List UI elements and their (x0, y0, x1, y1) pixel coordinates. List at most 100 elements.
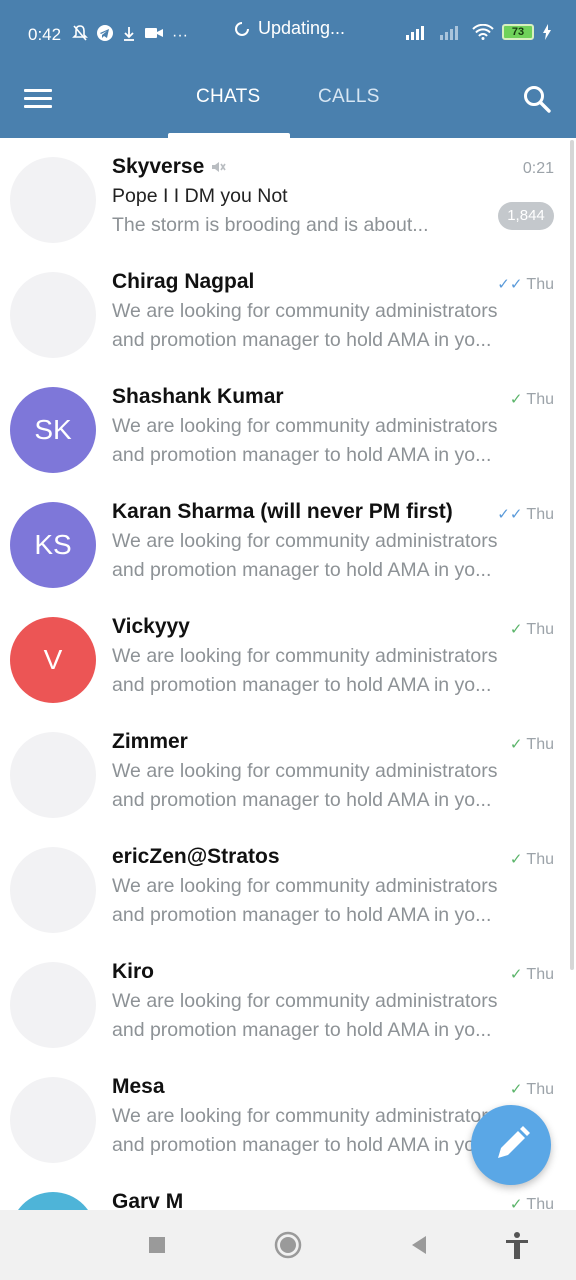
chat-name-text: Skyverse (112, 155, 205, 178)
pencil-icon (498, 1126, 530, 1158)
back-icon (412, 1236, 426, 1254)
more-icon: ··· (172, 27, 188, 44)
tab-chats[interactable]: CHATS (196, 86, 260, 108)
new-message-button[interactable] (471, 1105, 551, 1185)
home-icon (274, 1231, 302, 1259)
mute-icon (72, 24, 88, 48)
chat-row[interactable]: Zimmer ✓ Thu We are looking for community a… (0, 713, 576, 828)
updating-text: Updating... (258, 18, 346, 38)
chat-time: ✓ Thu (510, 1080, 554, 1099)
chat-preview-line-1: Pope I I DM you Not (112, 185, 288, 207)
chat-name-text: Shashank Kumar (112, 385, 284, 408)
chat-time: ✓ Thu (510, 850, 554, 869)
signal-icon (406, 26, 424, 40)
telegram-icon (96, 24, 114, 48)
chat-preview-line-1: We are looking for community administrat… (112, 300, 498, 322)
home-button[interactable] (273, 1230, 303, 1260)
chat-time-text: Thu (526, 1081, 554, 1098)
chat-preview-line-2: and promotion manager to hold AMA in yo.… (112, 789, 492, 811)
chat-name: Vickyyy (112, 615, 190, 639)
chat-name: Garv M (112, 1190, 183, 1210)
scrollbar[interactable] (570, 140, 574, 970)
chat-preview-line-1: We are looking for community administrat… (112, 530, 498, 552)
wifi-icon (472, 24, 494, 40)
chat-preview-line-1: We are looking for community administrat… (112, 645, 498, 667)
chat-name: Kiro (112, 960, 154, 984)
signal-2-icon (440, 26, 458, 40)
search-icon (524, 86, 551, 113)
chat-list[interactable]: Skyverse 0:21 Pope I I DM you Not The storm… (0, 138, 576, 1210)
check-icon: ✓ (509, 966, 523, 983)
avatar: SK (10, 387, 96, 473)
check-icon: ✓ (509, 1196, 523, 1210)
chat-name-text: Karan Sharma (will never PM first) (112, 500, 453, 523)
chat-preview-line-1: We are looking for community administrat… (112, 875, 498, 897)
chat-name: Chirag Nagpal (112, 270, 254, 294)
chat-time-text: Thu (526, 736, 554, 753)
chat-name: ericZen@Stratos (112, 845, 280, 869)
chat-name-text: Chirag Nagpal (112, 270, 255, 293)
chat-name-text: Mesa (112, 1075, 165, 1098)
chat-preview-line-2: and promotion manager to hold AMA in yo.… (112, 904, 492, 926)
search-button[interactable] (520, 82, 554, 116)
accessibility-button[interactable] (502, 1230, 532, 1260)
chat-name-text: Vickyyy (112, 615, 190, 638)
chat-preview-line-1: We are looking for community administrat… (112, 990, 498, 1012)
avatar: KS (10, 502, 96, 588)
avatar (10, 157, 96, 243)
avatar (10, 1192, 96, 1210)
chat-row[interactable]: SK Shashank Kumar ✓ Thu We are looking for c… (0, 368, 576, 483)
chat-time-text: Thu (526, 1196, 554, 1210)
chat-name: Mesa (112, 1075, 165, 1099)
chat-preview-line-2: The storm is brooding and is about... (112, 214, 429, 236)
chat-preview-line-2: and promotion manager to hold AMA in yo.… (112, 329, 492, 351)
chat-row[interactable]: Kiro ✓ Thu We are looking for community adm… (0, 943, 576, 1058)
chat-preview-line-1: We are looking for community administrat… (112, 415, 498, 437)
chat-time-text: Thu (526, 506, 554, 523)
chat-name-text: Garv M (112, 1190, 184, 1210)
chat-row[interactable]: V Vickyyy ✓ Thu We are looking for community… (0, 598, 576, 713)
chat-preview-line-1: We are looking for community administrat… (112, 760, 498, 782)
back-button[interactable] (404, 1230, 434, 1260)
menu-button[interactable] (24, 84, 56, 116)
chat-row[interactable]: Skyverse 0:21 Pope I I DM you Not The storm… (0, 138, 576, 253)
charging-icon (543, 24, 551, 40)
chat-row[interactable]: ericZen@Stratos ✓ Thu We are looking for co… (0, 828, 576, 943)
chat-preview-line-2: and promotion manager to hold AMA in yo.… (112, 444, 492, 466)
avatar (10, 272, 96, 358)
chat-time: ✓ Thu (510, 735, 554, 754)
unread-badge: 1,844 (498, 202, 554, 230)
chat-name: Zimmer (112, 730, 188, 754)
chat-time: ✓ Thu (510, 620, 554, 639)
chat-name-text: Kiro (112, 960, 154, 983)
status-time: 0:42 (28, 25, 62, 44)
chat-time: ✓ Thu (510, 965, 554, 984)
check-icon: ✓ (509, 851, 523, 868)
chat-time-text: 0:21 (522, 160, 554, 177)
avatar (10, 732, 96, 818)
check-icon: ✓ (509, 736, 523, 753)
chat-time: ✓ Thu (510, 1195, 554, 1210)
chat-time: ✓✓ Thu (497, 275, 554, 294)
double-check-icon: ✓✓ (497, 276, 523, 293)
tab-calls[interactable]: CALLS (318, 86, 380, 108)
recents-button[interactable] (142, 1230, 172, 1260)
chat-time: ✓✓ Thu (497, 505, 554, 524)
chat-time-text: Thu (526, 391, 554, 408)
check-icon: ✓ (509, 391, 523, 408)
system-nav-bar (0, 1210, 576, 1280)
status-notification-icons: ··· (72, 24, 188, 48)
chat-preview-line-2: and promotion manager to hold AMA in yo.… (112, 674, 492, 696)
chat-time-text: Thu (526, 966, 554, 983)
accessibility-icon (506, 1232, 528, 1259)
download-icon (122, 24, 136, 48)
spinner-icon (235, 21, 249, 36)
recents-icon (149, 1237, 165, 1253)
chat-name-text: ericZen@Stratos (112, 845, 280, 868)
avatar (10, 962, 96, 1048)
chat-row[interactable]: KS Karan Sharma (will never PM first) ✓✓ Th… (0, 483, 576, 598)
chat-name: Skyverse (112, 155, 226, 179)
chat-row[interactable]: Chirag Nagpal ✓✓ Thu We are looking for com… (0, 253, 576, 368)
chat-name: Shashank Kumar (112, 385, 284, 409)
avatar (10, 847, 96, 933)
